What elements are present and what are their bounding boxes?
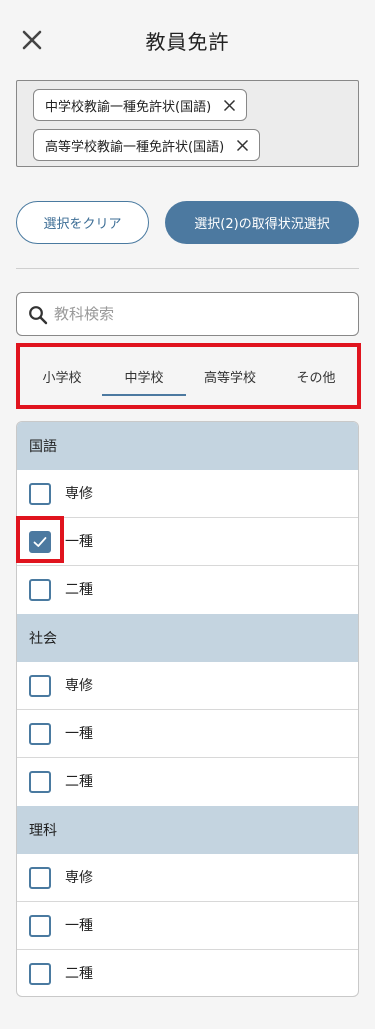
list-item[interactable]: 一種 [17,518,358,566]
selected-chips: 中学校教諭一種免許状(国語) 高等学校教諭一種免許状(国語) [16,80,359,167]
page-title: 教員免許 [145,30,230,54]
search-icon [29,306,48,325]
checkbox-checked[interactable] [29,531,51,553]
checkbox[interactable] [29,771,51,793]
group-header-rika: 理科 [17,806,358,854]
checkbox[interactable] [29,963,51,985]
checkbox[interactable] [29,723,51,745]
group-header-shakai: 社会 [17,614,358,662]
close-icon[interactable] [223,99,236,112]
search-box [16,292,359,336]
selected-chip: 中学校教諭一種免許状(国語) [33,89,248,121]
list-item[interactable]: 一種 [17,902,358,950]
list-item[interactable]: 二種 [17,950,358,996]
clear-selection-button[interactable]: 選択をクリア [16,201,149,244]
check-icon [33,537,47,547]
item-label: 二種 [65,774,93,790]
chip-label: 高等学校教諭一種免許状(国語) [45,139,225,155]
tab-high-school[interactable]: 高等学校 [188,347,272,405]
checkbox[interactable] [29,867,51,889]
header: 教員免許 [0,0,375,80]
group-header-kokugo: 国語 [17,422,358,470]
item-label: 一種 [65,726,93,742]
tab-elementary[interactable]: 小学校 [20,347,104,405]
item-label: 専修 [65,678,93,694]
list-item[interactable]: 専修 [17,854,358,902]
list-item[interactable]: 専修 [17,470,358,518]
checkbox[interactable] [29,579,51,601]
chip-label: 中学校教諭一種免許状(国語) [45,99,212,115]
list-item[interactable]: 二種 [17,566,358,614]
item-label: 二種 [65,966,93,982]
list-item[interactable]: 専修 [17,662,358,710]
checkbox[interactable] [29,915,51,937]
list-item[interactable]: 一種 [17,710,358,758]
item-label: 専修 [65,486,93,502]
selected-chip: 高等学校教諭一種免許状(国語) [33,129,261,161]
item-label: 一種 [65,534,93,550]
checkbox[interactable] [29,483,51,505]
item-label: 一種 [65,918,93,934]
school-level-tabs: 小学校 中学校 高等学校 その他 [16,343,361,409]
search-input[interactable] [54,293,344,335]
subject-list: 国語 専修 一種 二種 社会 専修 一種 二種 理科 専修 一種 二種 [16,421,359,997]
confirm-selection-button[interactable]: 選択(2)の取得状況選択 [165,201,359,244]
list-item[interactable]: 二種 [17,758,358,806]
checkbox[interactable] [29,675,51,697]
tab-junior-high[interactable]: 中学校 [102,347,186,405]
tab-other[interactable]: その他 [274,347,358,405]
divider [16,268,359,269]
item-label: 二種 [65,582,93,598]
item-label: 専修 [65,870,93,886]
close-icon[interactable] [236,139,249,152]
